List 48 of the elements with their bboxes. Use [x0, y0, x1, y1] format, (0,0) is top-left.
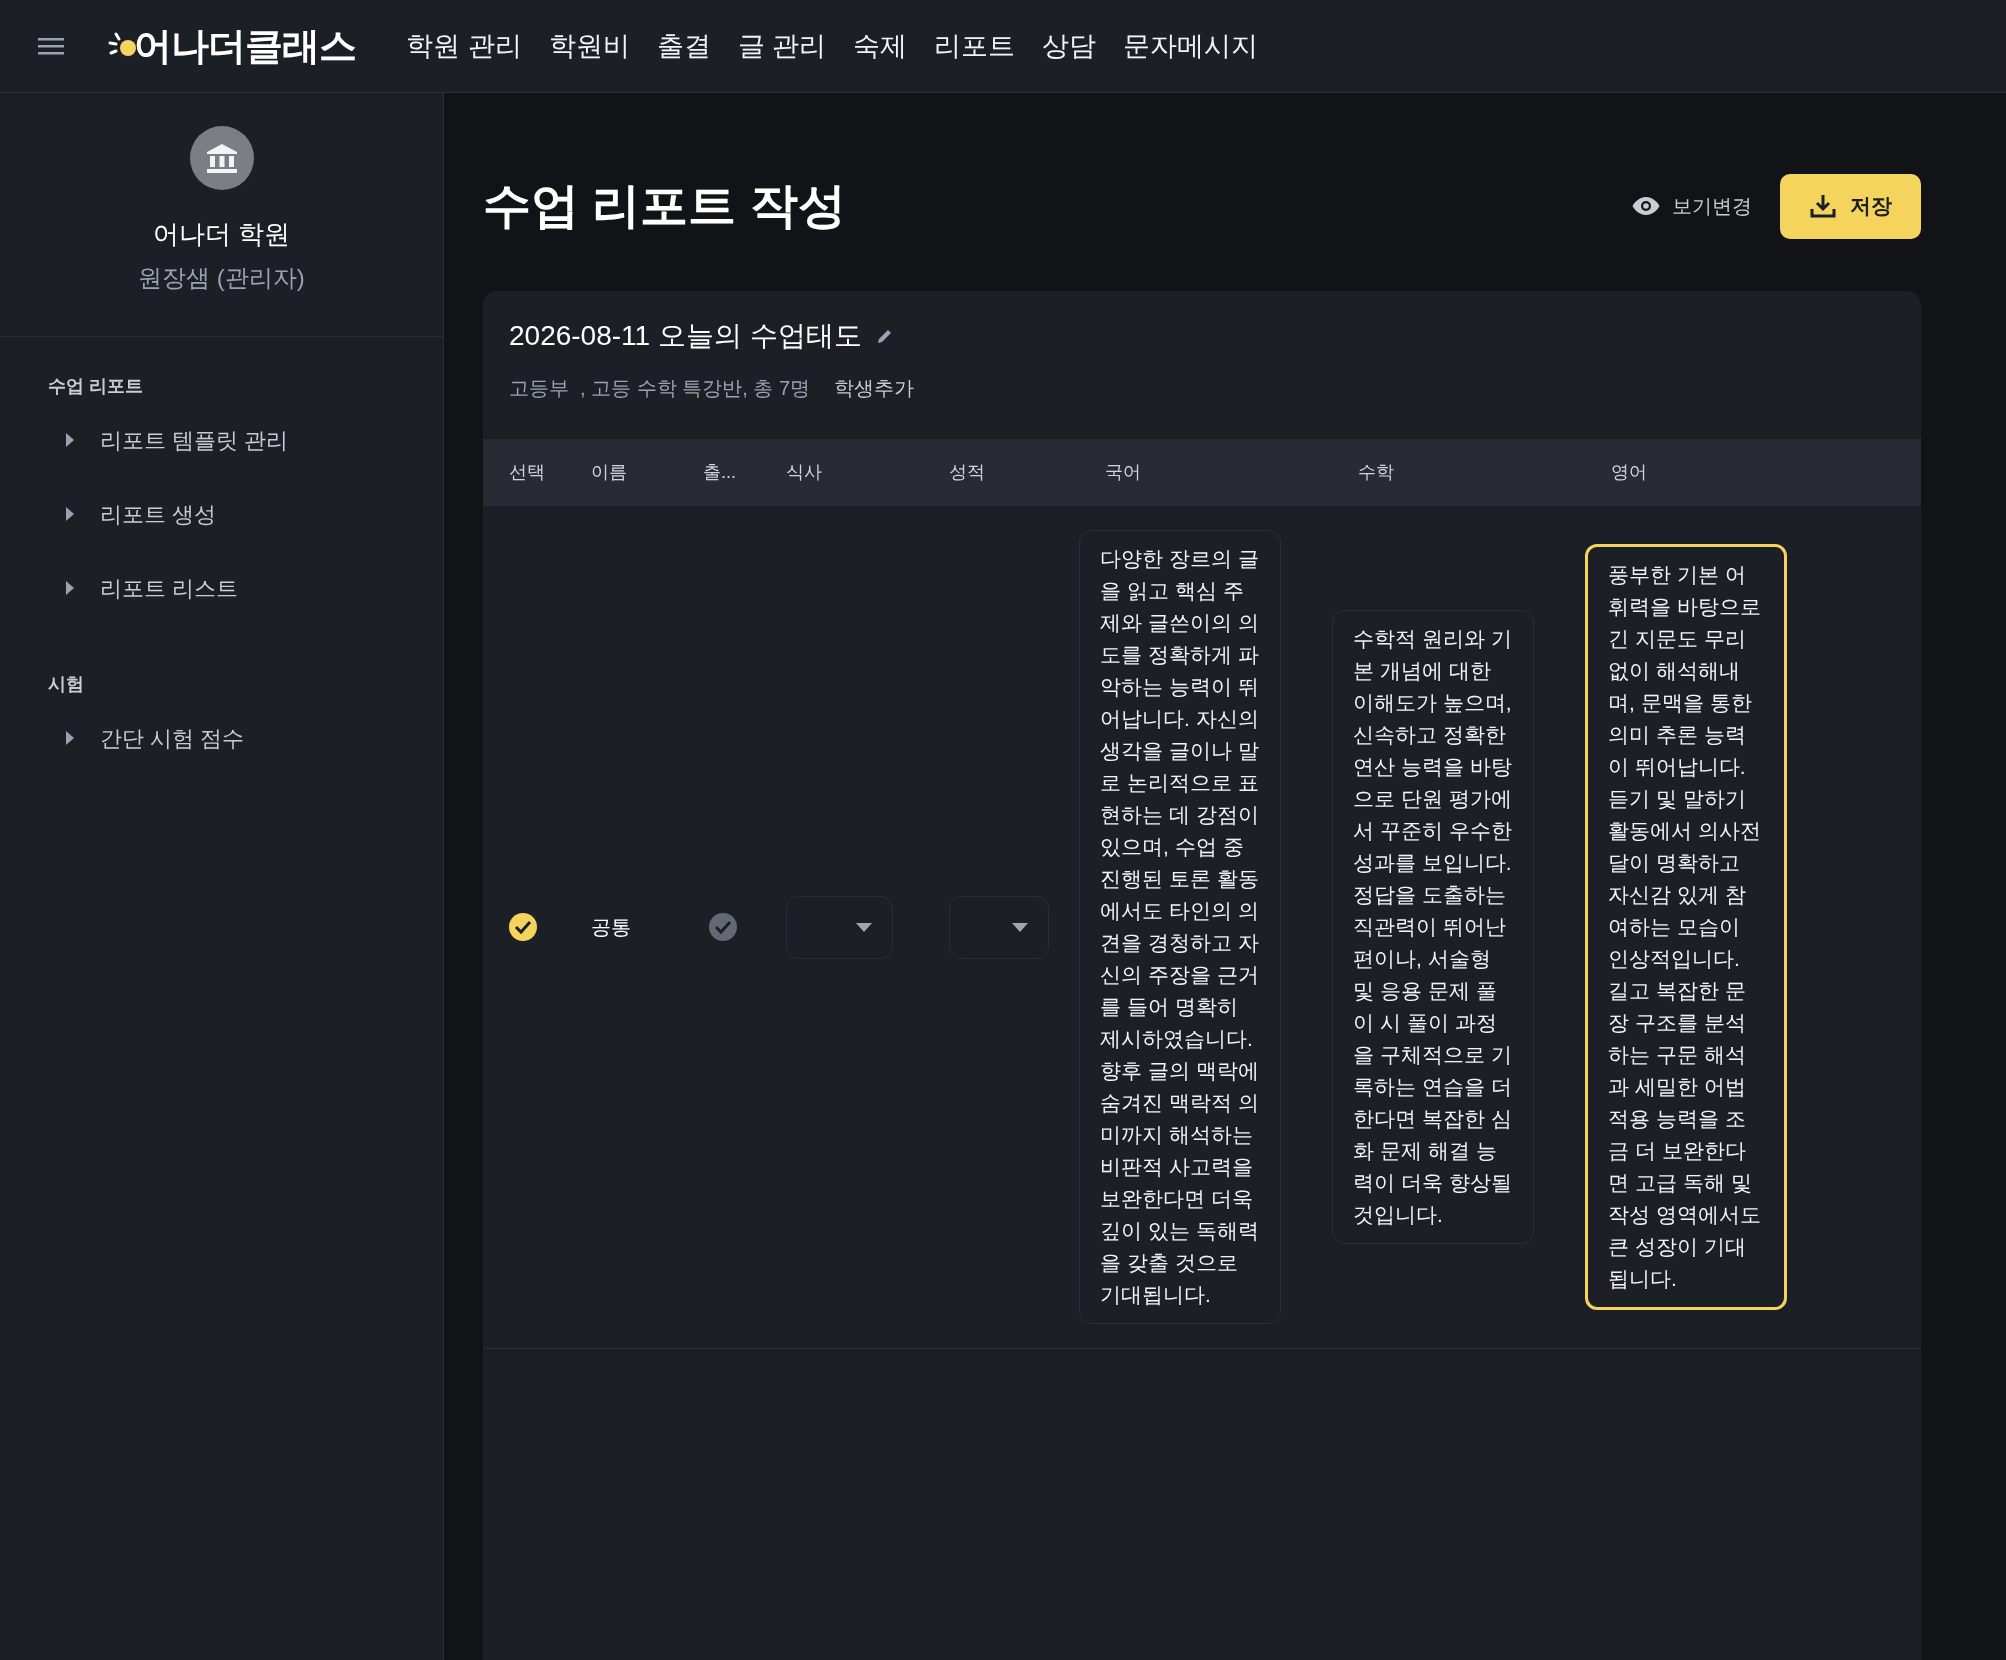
column-header: 이름: [591, 462, 627, 482]
logo-text[interactable]: 어나더클래스: [134, 17, 357, 75]
column-header: 성적: [949, 462, 985, 482]
academy-name: 어나더 학원: [152, 218, 291, 251]
column-header: 영어: [1611, 462, 1647, 482]
caret-icon: [66, 433, 74, 447]
caret-icon: [66, 581, 74, 595]
nav-link[interactable]: 상담: [1042, 25, 1097, 67]
user-role: 원장샘 (관리자): [138, 263, 305, 293]
download-icon: [1809, 193, 1836, 219]
column-header: 국어: [1105, 462, 1141, 482]
nav-link[interactable]: 리포트: [934, 25, 1016, 67]
sidebar-item[interactable]: 리포트 템플릿 관리: [48, 399, 443, 473]
sidebar-item[interactable]: 리포트 생성: [48, 473, 443, 547]
column-header: 수학: [1358, 462, 1394, 482]
dropdown-arrow-icon: [1012, 922, 1028, 932]
section-heading: 시험: [48, 673, 85, 696]
caret-icon: [66, 731, 74, 745]
bank-icon: [204, 141, 239, 175]
check-circle-icon[interactable]: [709, 913, 737, 941]
nav-link[interactable]: 숙제: [853, 25, 908, 67]
column-header: 출...: [703, 462, 736, 482]
nav-link[interactable]: 글 관리: [737, 25, 827, 67]
section-heading: 수업 리포트: [48, 375, 144, 398]
save-button[interactable]: 저장: [1780, 173, 1921, 239]
comment-textarea[interactable]: 다양한 장르의 글을 읽고 핵심 주제와 글쓴이의 의도를 정확하게 파악하는 능력이 뛰어납니다. 자신의 생각을 글이나 말로 논리적으로 표현하는 데 강점이 있으며, 수업 중 진행된 토론 활동에서도 타인의 의견을 경청하고 자신의 주장을 근거를 들어 명확히 제시하였습니다. 향후 글의 맥락에 숨겨진 맥락적 의미까지 해석하는 비판적 사고력을 보완한다면 더욱 깊이 있는 독해력을 갖출 것으로 기대됩니다.: [1079, 530, 1281, 1324]
nav-link[interactable]: 출결: [656, 25, 711, 67]
comment-textarea[interactable]: 풍부한 기본 어휘력을 바탕으로 긴 지문도 무리 없이 해석해내며, 문맥을 통한 의미 추론 능력이 뛰어납니다. 듣기 및 말하기 활동에서 의사전달이 명확하고 자신감 있게 참여하는 모습이 인상적입니다. 길고 복잡한 문장 구조를 분석하는 구문 해석과 세밀한 어법 적용 능력을 조금 더 보완한다면 고급 독해 및 작성 영역에서도 큰 성장이 기대됩니다.: [1585, 544, 1787, 1310]
caret-icon: [66, 507, 74, 521]
check-circle-icon[interactable]: [509, 913, 537, 941]
student-name: 공통: [591, 916, 631, 938]
page-title: 수업 리포트 작성: [483, 178, 846, 234]
column-header: 선택: [509, 462, 545, 482]
nav-link[interactable]: 학원 관리: [406, 25, 522, 67]
nav-link[interactable]: 학원비: [548, 25, 630, 67]
pencil-icon[interactable]: [875, 327, 894, 345]
eye-icon: [1632, 196, 1660, 216]
add-student-link[interactable]: 학생추가: [834, 373, 915, 403]
column-header: 식사: [786, 462, 822, 482]
nav-link[interactable]: 문자메시지: [1123, 25, 1259, 67]
card-title: 2026-08-11 오늘의 수업태도: [509, 319, 862, 353]
comment-textarea[interactable]: 수학적 원리와 기본 개념에 대한 이해도가 높으며, 신속하고 정확한 연산 능력을 바탕으로 단원 평가에서 꾸준히 우수한 성과를 보입니다. 정답을 도출하는 직관력이 뛰어난 편이나, 서술형 및 응용 문제 풀이 시 풀이 과정을 구체적으로 기록하는 연습을 더한다면 복잡한 심화 문제 해결 능력이 더욱 향상될 것입니다.: [1332, 610, 1534, 1244]
class-summary: 고등부 , 고등 수학 특강반, 총 7명: [509, 376, 811, 401]
view-toggle-button[interactable]: 보기변경: [1624, 191, 1760, 221]
sidebar-item[interactable]: 간단 시험 점수: [48, 697, 443, 771]
menu-icon[interactable]: [38, 36, 64, 56]
dropdown-arrow-icon: [856, 922, 872, 932]
sidebar-item[interactable]: 리포트 리스트: [48, 547, 443, 621]
